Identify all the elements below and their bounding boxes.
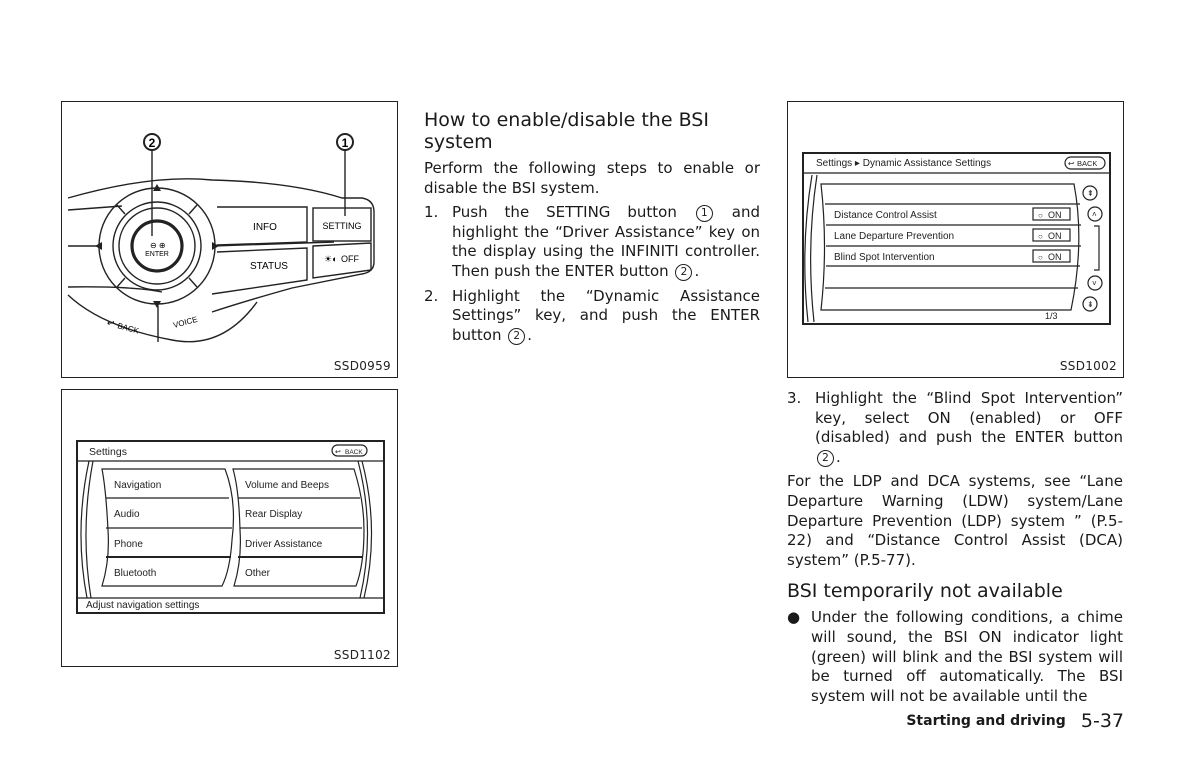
step-text-part: Highlight the “Dynamic Assistance Settin… [452,286,760,344]
settings-title: Settings [89,446,127,458]
indicator-icon: ○ [1038,232,1043,241]
step-text-end: . [694,261,700,280]
step-2: 2. Highlight the “Dynamic Assistance Set… [424,287,760,346]
back-icon: ↩ [1068,159,1075,168]
menu-item-right-2[interactable]: Driver Assistance [245,539,323,550]
status-bar-text: Adjust navigation settings [86,600,199,611]
page-up-icon[interactable]: ⇞ [1087,189,1094,198]
callout-1-icon: 1 [695,205,713,223]
step-number: 2. [424,286,439,305]
figure-id: SSD0959 [333,359,391,373]
step-text: Highlight the “Dynamic Assistance Settin… [452,287,760,346]
indicator-icon: ○ [1038,211,1043,220]
breadcrumb-separator-icon: ▸ [855,158,860,169]
callout-2-icon: 2 [508,327,526,345]
page-indicator: 1/3 [1045,311,1058,321]
figure-id: SSD1002 [1059,359,1117,373]
back-button[interactable]: BACK [345,449,363,456]
svg-text:Settings ▸ Dyn: Settings ▸ Dynamic Assistance Settings [816,158,991,169]
back-icon: ↩ [335,449,341,456]
page-number: 5-37 [1080,710,1124,732]
enter-button[interactable]: ENTER [145,251,169,258]
step-number: 1. [424,203,439,222]
setting-row-label-2[interactable]: Blind Spot Intervention [834,252,935,263]
setting-row-state-0[interactable]: ON [1048,210,1062,220]
step-1: 1. Push the SETTING button 1 and highlig… [424,203,760,281]
intro-paragraph: Perform the following steps to enable or… [424,159,760,197]
controller-illustration: 2 1 INFO SETTING STATUS OFF ☀◐ ENTER ⊖ ⊕… [67,133,375,343]
section-heading: How to enable/disable the BSI system [424,109,709,153]
zoom-icon: ⊖ ⊕ [150,241,166,250]
display-icon: ☀◐ [324,254,338,264]
page-down-icon[interactable]: ⇟ [1087,300,1094,309]
menu-item-right-1[interactable]: Rear Display [245,509,302,520]
footer-section-title: Starting and driving [906,713,1066,729]
display-off-button[interactable]: OFF [341,254,359,264]
callout-2-icon: 2 [675,263,693,281]
setting-row-state-2[interactable]: ON [1048,252,1062,262]
dynamic-screen-illustration: ⇞ ˄ ˅ ⇟ Settings ▸ Dynamic Assistance Se… [802,152,1111,325]
middle-column: How to enable/disable the BSI system Per… [424,109,760,350]
callout-2-label: 2 [149,136,156,150]
back-button[interactable]: BACK [116,321,140,336]
bullet-text: Under the following conditions, a chime … [811,608,1123,705]
setting-row-label-0[interactable]: Distance Control Assist [834,210,937,221]
footer-section: Starting and driving 5-37 [900,710,1124,732]
menu-item-right-0[interactable]: Volume and Beeps [245,480,329,491]
callout-2-icon: 2 [817,449,834,467]
setting-row-label-1[interactable]: Lane Departure Prevention [834,231,954,242]
reference-note: For the LDP and DCA systems, see “Lane D… [787,472,1123,569]
step-text-end: . [836,447,841,466]
status-button[interactable]: STATUS [250,261,288,272]
settings-screen-illustration: Settings BACK ↩ Navigation Audio Phone B… [76,440,385,614]
step-3: 3. Highlight the “Blind Spot Interventio… [787,389,1123,467]
bullet-item: ● Under the following conditions, a chim… [787,608,1123,706]
breadcrumb-root[interactable]: Settings [816,158,852,169]
figure-dynamic-assistance-screen: ⇞ ˄ ˅ ⇟ Settings ▸ Dynamic Assistance Se… [787,101,1124,378]
right-column: 3. Highlight the “Blind Spot Interventio… [787,389,1123,711]
figure-settings-screen: Settings BACK ↩ Navigation Audio Phone B… [61,389,398,667]
indicator-icon: ○ [1038,253,1043,262]
menu-item-left-0[interactable]: Navigation [114,480,161,491]
section-heading-2: BSI temporarily not available [787,580,1063,603]
back-button[interactable]: BACK [1077,159,1097,168]
info-button[interactable]: INFO [253,222,277,233]
step-number: 3. [787,389,802,407]
bullet-icon: ● [787,608,801,627]
back-icon: ↩ [107,318,115,328]
step-text-part: Highlight the “Blind Spot Intervention” … [815,389,1123,447]
scroll-up-icon[interactable]: ˄ [1092,210,1097,219]
menu-item-left-2[interactable]: Phone [114,539,143,550]
menu-item-right-3[interactable]: Other [245,568,271,579]
menu-item-left-1[interactable]: Audio [114,509,140,520]
setting-row-state-1[interactable]: ON [1048,231,1062,241]
step-text-part: Push the SETTING button [452,203,677,222]
figure-controller: 2 1 INFO SETTING STATUS OFF ☀◐ ENTER ⊖ ⊕… [61,101,398,378]
breadcrumb-current: Dynamic Assistance Settings [863,158,991,169]
step-text: Highlight the “Blind Spot Intervention” … [815,389,1123,467]
menu-item-left-3[interactable]: Bluetooth [114,568,156,579]
callout-1-label: 1 [342,136,349,150]
scroll-down-icon[interactable]: ˅ [1092,279,1097,288]
figure-id: SSD1102 [333,648,391,662]
step-text: Push the SETTING button 1 and highlight … [452,203,760,281]
setting-button[interactable]: SETTING [322,221,361,231]
step-text-end: . [527,325,533,344]
voice-button[interactable]: VOICE [172,315,198,330]
